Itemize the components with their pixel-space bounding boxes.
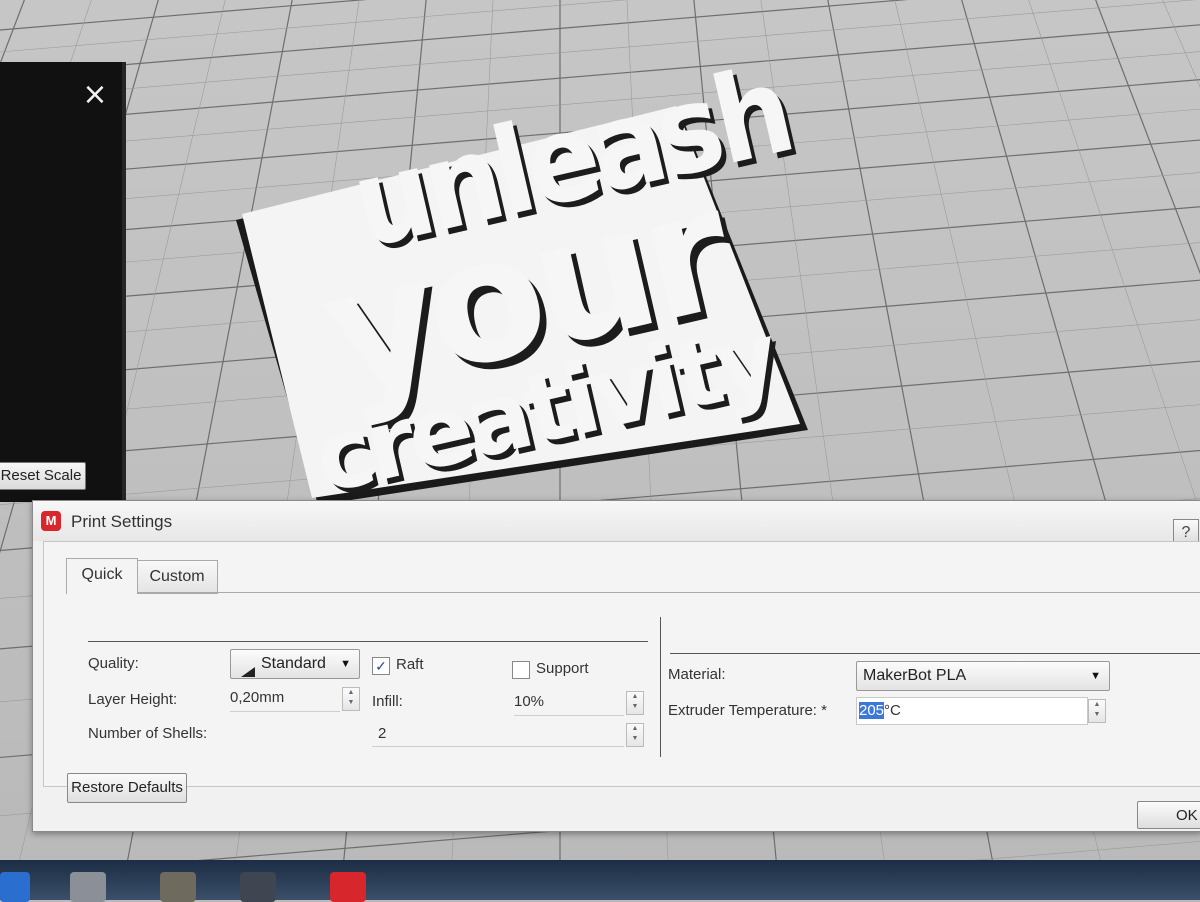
restore-defaults-button[interactable]: Restore Defaults bbox=[67, 773, 187, 803]
support-label: Support bbox=[536, 660, 589, 677]
quality-select[interactable]: Standard ▼ bbox=[230, 649, 360, 679]
generic-app-icon[interactable] bbox=[70, 872, 106, 902]
grid-line bbox=[0, 0, 628, 53]
material-select-value: MakerBot PLA bbox=[863, 667, 967, 684]
chevron-down-icon: ▼ bbox=[1090, 670, 1101, 682]
support-checkbox[interactable] bbox=[512, 661, 530, 679]
gimp-icon[interactable] bbox=[160, 872, 196, 902]
quality-level-icon bbox=[241, 659, 255, 677]
material-label: Material: bbox=[668, 666, 726, 683]
extruder-temperature-label: Extruder Temperature: * bbox=[668, 702, 827, 719]
tab-custom[interactable]: Custom bbox=[136, 560, 218, 594]
infill-spinner[interactable]: ▲ ▼ bbox=[626, 691, 644, 715]
layer-height-input[interactable]: 0,20mm bbox=[230, 685, 340, 712]
shells-spinner[interactable]: ▲ ▼ bbox=[626, 723, 644, 747]
raft-label: Raft bbox=[396, 656, 424, 673]
chevron-down-icon: ▼ bbox=[340, 658, 351, 670]
infill-label: Infill: bbox=[372, 693, 403, 710]
settings-icon[interactable] bbox=[0, 872, 30, 902]
material-select[interactable]: MakerBot PLA ▼ bbox=[856, 661, 1110, 691]
ok-button[interactable]: OK bbox=[1137, 801, 1200, 829]
shells-label: Number of Shells: bbox=[88, 725, 208, 742]
side-panel: × bbox=[0, 62, 126, 502]
grid-line bbox=[0, 0, 909, 76]
model-plaque[interactable]: unleash unleash your your creativity cre… bbox=[236, 39, 856, 521]
quality-select-value: Standard bbox=[261, 655, 326, 672]
section-divider-right bbox=[670, 653, 1200, 654]
section-divider-left bbox=[88, 641, 648, 642]
quick-settings-panel: Quality: Standard ▼ ✓ Raft Support Layer… bbox=[66, 592, 1200, 778]
infill-input[interactable]: 10% bbox=[514, 689, 624, 716]
taskbar bbox=[0, 860, 1200, 902]
extruder-temperature-spinner[interactable]: ▲ ▼ bbox=[1088, 699, 1106, 723]
inkscape-icon[interactable] bbox=[240, 872, 276, 902]
shells-input[interactable]: 2 bbox=[372, 721, 624, 747]
print-settings-dialog: M Print Settings ? Quick Custom Quality:… bbox=[32, 500, 1200, 832]
extruder-temperature-unit: °C bbox=[884, 702, 901, 719]
quality-label: Quality: bbox=[88, 655, 139, 672]
extruder-temperature-value: 205 bbox=[859, 702, 885, 719]
tab-quick[interactable]: Quick bbox=[66, 558, 138, 594]
makerbot-logo-icon: M bbox=[41, 511, 61, 531]
close-icon[interactable]: × bbox=[80, 80, 110, 110]
layer-height-label: Layer Height: bbox=[88, 691, 178, 708]
layer-height-spinner[interactable]: ▲ ▼ bbox=[342, 687, 360, 711]
reset-scale-button[interactable]: Reset Scale bbox=[0, 462, 86, 490]
raft-checkbox[interactable]: ✓ bbox=[372, 657, 390, 675]
dialog-titlebar[interactable]: M Print Settings ? bbox=[33, 501, 1200, 547]
dialog-content: Quick Custom Quality: Standard ▼ ✓ Raft … bbox=[43, 541, 1200, 787]
extruder-temperature-input[interactable]: 205°C bbox=[856, 697, 1088, 725]
column-separator bbox=[660, 617, 661, 757]
dialog-title: Print Settings bbox=[71, 512, 173, 531]
makerbot-icon[interactable] bbox=[330, 872, 366, 902]
